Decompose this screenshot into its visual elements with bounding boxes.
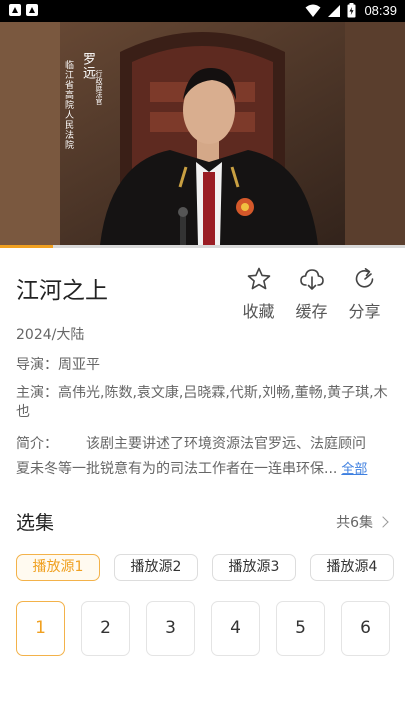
episode-count-link[interactable]: 共6集 [336, 512, 389, 532]
video-progress-fill [0, 245, 53, 248]
caption-role: 行政庭法官 [95, 70, 103, 105]
episode-button-3[interactable]: 3 [146, 601, 195, 656]
clock: 08:39 [364, 3, 397, 18]
synopsis-label: 简介： [16, 436, 58, 452]
show-title: 江河之上 [16, 278, 108, 304]
episode-button-5[interactable]: 5 [276, 601, 325, 656]
video-frame [0, 22, 405, 245]
source-tab-3[interactable]: 播放源3 [212, 554, 296, 581]
source-tab-1[interactable]: 播放源1 [16, 554, 100, 581]
signal-icon [328, 4, 341, 17]
cache-button[interactable]: 缓存 [285, 266, 338, 322]
source-tab-2[interactable]: 播放源2 [114, 554, 198, 581]
gallery-icon [9, 4, 21, 16]
cache-label: 缓存 [295, 302, 328, 321]
chevron-right-icon [377, 516, 389, 528]
caption-org: 临江省高院人民法院 [63, 60, 73, 150]
episode-list: 123456 [16, 601, 405, 656]
episode-button-6[interactable]: 6 [341, 601, 390, 656]
favorite-label: 收藏 [242, 302, 275, 321]
episode-button-4[interactable]: 4 [211, 601, 260, 656]
source-tab-4[interactable]: 播放源4 [310, 554, 394, 581]
share-label: 分享 [348, 302, 381, 321]
episode-button-2[interactable]: 2 [81, 601, 130, 656]
episode-count: 共6集 [336, 515, 373, 531]
synopsis-line-2: 夏未冬等一批锐意有为的司法工作者在一连串环保... [16, 461, 338, 477]
episode-button-1[interactable]: 1 [16, 601, 65, 656]
battery-icon [347, 3, 356, 18]
wifi-icon [305, 4, 321, 17]
status-bar: 08:39 [0, 0, 405, 22]
share-button[interactable]: 分享 [338, 266, 391, 322]
cast: 主演：高伟光,陈数,袁文康,吕晓霖,代斯,刘畅,董畅,黄子琪,木也 [16, 385, 388, 420]
synopsis-line-1: 该剧主要讲述了环境资源法官罗远、法庭顾问 [86, 436, 366, 452]
gallery-icon [26, 4, 38, 16]
cloud-download-icon [299, 269, 324, 290]
share-icon [355, 268, 373, 288]
video-progress-bar[interactable] [0, 245, 405, 248]
year-region: 2024/大陆 [16, 327, 85, 343]
synopsis: 简介： 该剧主要讲述了环境资源法官罗远、法庭顾问 夏未冬等一批锐意有为的司法工作者… [16, 432, 388, 482]
action-bar: 收藏 缓存 分享 [232, 266, 391, 322]
source-tabs: 播放源1 播放源2 播放源3 播放源4 [16, 554, 405, 581]
episodes-section-title: 选集 [16, 512, 55, 534]
synopsis-more-link[interactable]: 全部 [341, 462, 367, 477]
director: 导演：周亚平 [16, 357, 100, 373]
video-player[interactable]: 罗远 临江省高院人民法院 行政庭法官 [0, 22, 405, 245]
favorite-button[interactable]: 收藏 [232, 266, 285, 322]
star-icon [247, 267, 270, 290]
